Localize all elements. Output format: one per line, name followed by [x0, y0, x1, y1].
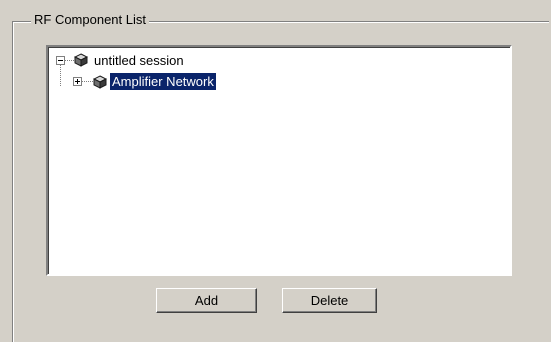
expand-toggle-icon[interactable]: [73, 77, 82, 86]
collapse-toggle-icon[interactable]: [56, 56, 65, 65]
component-tree[interactable]: untitled session Amplifier Network: [46, 45, 512, 276]
package-cube-icon: [93, 75, 107, 89]
tree-connector: [65, 60, 74, 61]
tree-connector: [60, 65, 61, 86]
group-title: RF Component List: [31, 12, 149, 28]
add-button[interactable]: Add: [156, 288, 257, 313]
tree-connector: [82, 81, 93, 82]
tree-node-amplifier-network[interactable]: Amplifier Network: [110, 73, 216, 90]
delete-button[interactable]: Delete: [282, 288, 377, 313]
tree-node-root-label[interactable]: untitled session: [92, 52, 186, 69]
package-cube-icon: [74, 53, 88, 67]
